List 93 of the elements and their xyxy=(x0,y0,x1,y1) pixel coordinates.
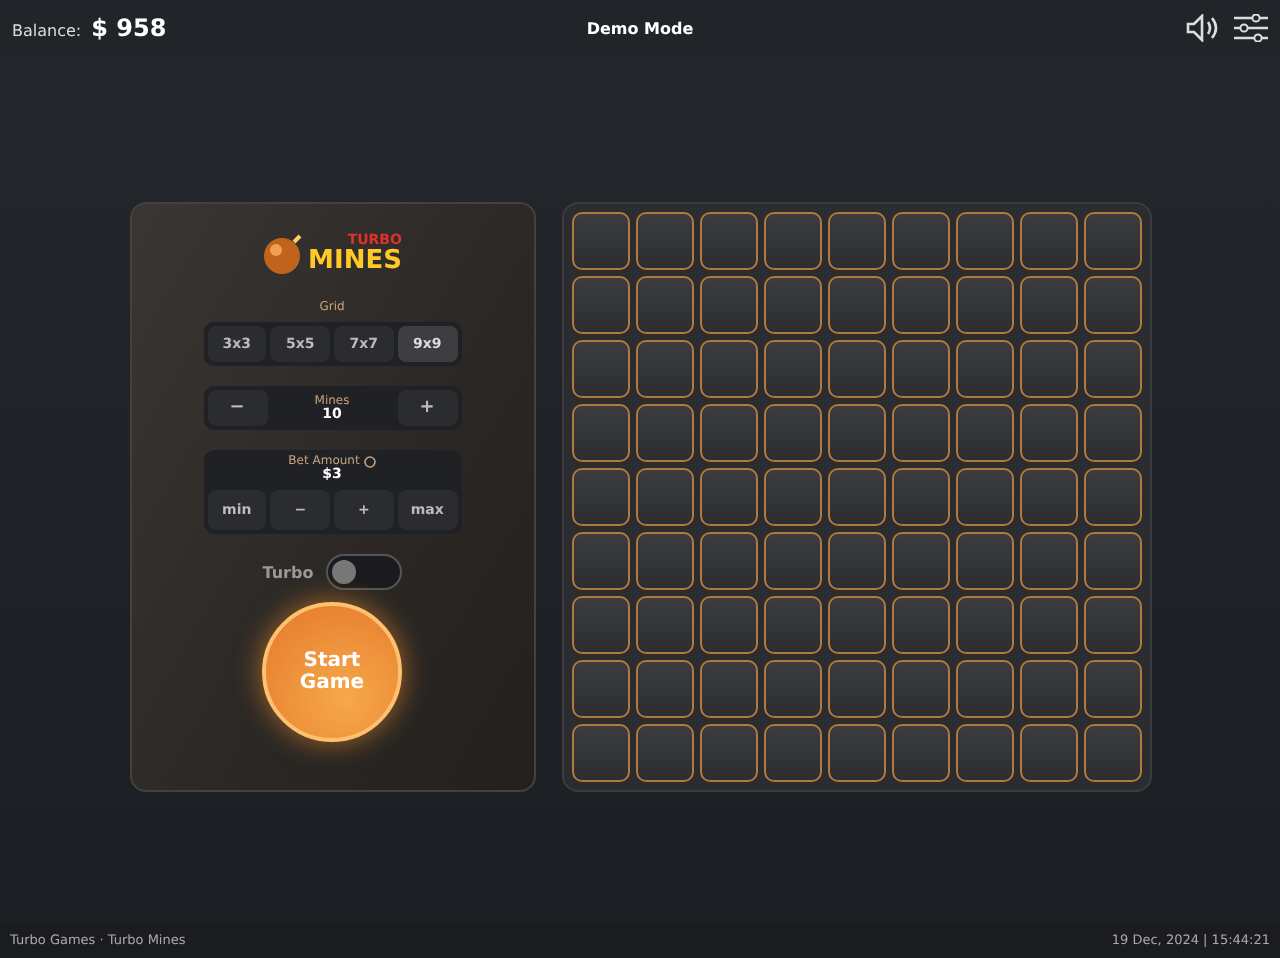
board-tile[interactable] xyxy=(955,532,1013,590)
board-tile[interactable] xyxy=(827,276,885,334)
board-tile[interactable] xyxy=(891,532,949,590)
board-tile[interactable] xyxy=(955,660,1013,718)
board-tile[interactable] xyxy=(1083,340,1141,398)
board-tile[interactable] xyxy=(891,724,949,782)
board-tile[interactable] xyxy=(699,596,757,654)
board-tile[interactable] xyxy=(827,468,885,526)
board-tile[interactable] xyxy=(891,340,949,398)
bomb-icon xyxy=(262,232,307,276)
board-tile[interactable] xyxy=(827,660,885,718)
logo-text: MINES xyxy=(308,248,402,274)
board-tile[interactable] xyxy=(1019,276,1077,334)
board-tile[interactable] xyxy=(571,404,629,462)
board-tile[interactable] xyxy=(955,340,1013,398)
board-tile[interactable] xyxy=(891,276,949,334)
board-tile[interactable] xyxy=(699,532,757,590)
board-tile[interactable] xyxy=(827,596,885,654)
info-icon[interactable] xyxy=(363,456,376,469)
board-tile[interactable] xyxy=(1083,276,1141,334)
board-tile[interactable] xyxy=(571,276,629,334)
board-tile[interactable] xyxy=(955,468,1013,526)
board-tile[interactable] xyxy=(635,276,693,334)
board-tile[interactable] xyxy=(763,724,821,782)
increase-button[interactable]: + xyxy=(397,390,457,426)
board-tile[interactable] xyxy=(955,596,1013,654)
board-tile[interactable] xyxy=(1019,660,1077,718)
board-tile[interactable] xyxy=(891,596,949,654)
board-tile[interactable] xyxy=(571,212,629,270)
decrease-button[interactable]: − xyxy=(207,390,267,426)
speaker-icon[interactable] xyxy=(1185,14,1222,42)
board-tile[interactable] xyxy=(699,724,757,782)
board-tile[interactable] xyxy=(635,596,693,654)
board-tile[interactable] xyxy=(1019,532,1077,590)
board-tile[interactable] xyxy=(699,660,757,718)
board-tile[interactable] xyxy=(1083,596,1141,654)
board-tile[interactable] xyxy=(827,532,885,590)
board-tile[interactable] xyxy=(699,212,757,270)
board-tile[interactable] xyxy=(571,468,629,526)
board-tile[interactable] xyxy=(763,660,821,718)
board-tile[interactable] xyxy=(827,404,885,462)
board-tile[interactable] xyxy=(763,340,821,398)
board-tile[interactable] xyxy=(1083,724,1141,782)
board-tile[interactable] xyxy=(1019,724,1077,782)
board-tile[interactable] xyxy=(699,276,757,334)
board-tile[interactable] xyxy=(1083,532,1141,590)
board-tile[interactable] xyxy=(891,404,949,462)
board-tile[interactable] xyxy=(763,596,821,654)
board-tile[interactable] xyxy=(1019,596,1077,654)
board-tile[interactable] xyxy=(699,468,757,526)
board-tile[interactable] xyxy=(827,724,885,782)
board-tile[interactable] xyxy=(1083,212,1141,270)
board-tile[interactable] xyxy=(571,660,629,718)
board-tile[interactable] xyxy=(635,468,693,526)
board-tile[interactable] xyxy=(891,468,949,526)
board-tile[interactable] xyxy=(699,404,757,462)
board-tile[interactable] xyxy=(571,532,629,590)
board-tile[interactable] xyxy=(1019,340,1077,398)
board-tile[interactable] xyxy=(1083,404,1141,462)
settings-icon[interactable] xyxy=(1233,14,1268,42)
board-tile[interactable] xyxy=(763,276,821,334)
board-tile[interactable] xyxy=(571,340,629,398)
board-tile[interactable] xyxy=(1083,468,1141,526)
board-tile[interactable] xyxy=(571,596,629,654)
board-tile[interactable] xyxy=(635,340,693,398)
board-tile[interactable] xyxy=(891,660,949,718)
board-tile[interactable] xyxy=(635,212,693,270)
board-tile[interactable] xyxy=(635,724,693,782)
balance-label: Balance: xyxy=(12,22,82,40)
turbo-label: Turbo xyxy=(262,563,314,581)
board-tile[interactable] xyxy=(827,340,885,398)
board-tile[interactable] xyxy=(1083,660,1141,718)
board-tile[interactable] xyxy=(955,404,1013,462)
board-tile[interactable] xyxy=(763,532,821,590)
board-tile[interactable] xyxy=(763,468,821,526)
board-tile[interactable] xyxy=(955,212,1013,270)
board-tile[interactable] xyxy=(1019,212,1077,270)
board-tile[interactable] xyxy=(699,340,757,398)
board-tile[interactable] xyxy=(635,404,693,462)
board-tile[interactable] xyxy=(635,532,693,590)
board-tile[interactable] xyxy=(827,212,885,270)
board-tile[interactable] xyxy=(891,212,949,270)
board-tile[interactable] xyxy=(955,724,1013,782)
board-tile[interactable] xyxy=(1019,468,1077,526)
board-tile[interactable] xyxy=(763,404,821,462)
turbo-toggle[interactable] xyxy=(325,554,402,590)
board-tile[interactable] xyxy=(635,660,693,718)
board-tile[interactable] xyxy=(571,724,629,782)
board-tile[interactable] xyxy=(1019,404,1077,462)
board-tile[interactable] xyxy=(955,276,1013,334)
board-tile[interactable] xyxy=(763,212,821,270)
balance-amount: $ 958 xyxy=(91,14,167,42)
mode-title: Demo Mode xyxy=(586,19,694,37)
